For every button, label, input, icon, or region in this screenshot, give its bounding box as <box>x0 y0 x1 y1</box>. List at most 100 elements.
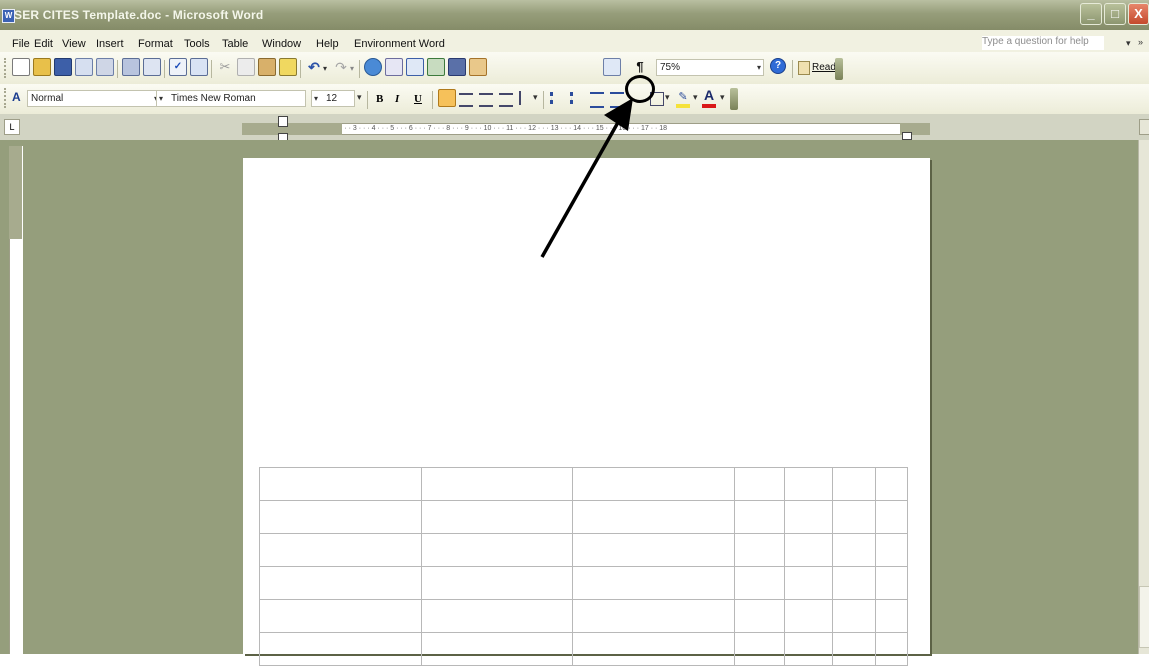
table-cell[interactable] <box>832 566 876 600</box>
menu-table[interactable]: Table <box>222 38 248 50</box>
italic-button[interactable]: I <box>395 93 399 105</box>
research-icon[interactable] <box>190 58 208 76</box>
tables-borders-icon[interactable] <box>385 58 403 76</box>
style-select[interactable]: Normal ▾ <box>27 90 161 107</box>
menu-environment-word[interactable]: Environment Word <box>354 38 445 50</box>
vertical-ruler-top-margin[interactable] <box>9 146 22 239</box>
table-cell[interactable] <box>734 566 786 600</box>
help-dropdown-icon[interactable]: ▾ <box>1126 38 1131 49</box>
document-table[interactable] <box>259 467 909 666</box>
document-map-icon[interactable] <box>603 58 621 76</box>
help-icon[interactable]: ? <box>770 58 786 74</box>
insert-table-icon[interactable] <box>406 58 424 76</box>
font-dropdown-icon[interactable]: ▾ <box>159 91 163 106</box>
menu-format[interactable]: Format <box>138 38 173 50</box>
format-painter-icon[interactable] <box>279 58 297 76</box>
undo-dropdown-icon[interactable]: ▾ <box>323 64 327 73</box>
table-cell[interactable] <box>832 533 876 567</box>
font-size-dropdown-icon[interactable]: ▾ <box>314 91 318 106</box>
open-icon[interactable] <box>33 58 51 76</box>
table-cell[interactable] <box>832 500 876 534</box>
redo-dropdown-icon[interactable]: ▾ <box>350 64 354 73</box>
table-cell[interactable] <box>784 632 834 666</box>
vertical-scrollbar[interactable] <box>1138 140 1149 654</box>
drawing-icon[interactable] <box>469 58 487 76</box>
table-cell[interactable] <box>259 500 422 534</box>
zoom-select[interactable]: 75% ▾ <box>656 59 764 76</box>
toolbar-options-icon[interactable] <box>730 88 738 110</box>
print-preview-icon[interactable] <box>143 58 161 76</box>
justify-icon[interactable] <box>499 93 513 107</box>
table-cell[interactable] <box>420 533 574 567</box>
menu-edit[interactable]: Edit <box>34 38 53 50</box>
font-color-dropdown-icon[interactable]: ▾ <box>720 92 725 103</box>
table-cell[interactable] <box>874 533 909 567</box>
table-cell[interactable] <box>874 467 909 501</box>
excel-icon[interactable] <box>427 58 445 76</box>
highlight-dropdown-icon[interactable]: ▾ <box>693 92 698 103</box>
underline-button[interactable]: U <box>414 93 422 105</box>
font-color-icon[interactable]: A <box>702 88 716 108</box>
align-left-icon[interactable] <box>438 89 456 107</box>
columns-icon[interactable] <box>448 58 466 76</box>
menu-window[interactable]: Window <box>262 38 301 50</box>
table-cell[interactable] <box>784 599 834 633</box>
font-select[interactable]: ▾ Times New Roman <box>156 90 306 107</box>
undo-icon[interactable]: ↶ <box>305 58 323 76</box>
table-cell[interactable] <box>734 467 786 501</box>
table-cell[interactable] <box>784 566 834 600</box>
hyperlink-icon[interactable] <box>364 58 382 76</box>
read-icon[interactable] <box>798 61 810 75</box>
table-cell[interactable] <box>784 500 834 534</box>
help-search-input[interactable]: Type a question for help <box>982 36 1104 50</box>
highlight-icon[interactable]: ✎ <box>676 90 690 108</box>
copy-icon[interactable] <box>237 58 255 76</box>
bold-button[interactable]: B <box>376 93 383 105</box>
menu-help[interactable]: Help <box>316 38 339 50</box>
cut-icon[interactable]: ✂ <box>216 58 234 76</box>
table-cell[interactable] <box>259 533 422 567</box>
permission-icon[interactable] <box>75 58 93 76</box>
table-cell[interactable] <box>874 500 909 534</box>
align-right-icon[interactable] <box>479 93 493 107</box>
table-cell[interactable] <box>420 467 574 501</box>
redo-icon[interactable]: ↷ <box>332 58 350 76</box>
new-icon[interactable] <box>12 58 30 76</box>
table-cell[interactable] <box>572 632 736 666</box>
close-button[interactable]: X <box>1128 3 1149 25</box>
font-size-select[interactable]: ▾ 12 <box>311 90 355 107</box>
table-cell[interactable] <box>734 533 786 567</box>
table-cell[interactable] <box>784 533 834 567</box>
menu-tools[interactable]: Tools <box>184 38 210 50</box>
table-cell[interactable] <box>572 599 736 633</box>
styles-formatting-icon[interactable]: A <box>12 90 26 104</box>
table-cell[interactable] <box>734 632 786 666</box>
menu-view[interactable]: View <box>62 38 86 50</box>
table-cell[interactable] <box>420 599 574 633</box>
save-icon[interactable] <box>54 58 72 76</box>
menu-insert[interactable]: Insert <box>96 38 124 50</box>
table-cell[interactable] <box>734 500 786 534</box>
table-cell[interactable] <box>572 500 736 534</box>
toolbar-grip[interactable] <box>4 88 9 108</box>
first-line-indent-marker[interactable] <box>278 116 288 127</box>
tab-selector-icon[interactable]: L <box>4 119 20 135</box>
table-cell[interactable] <box>874 599 909 633</box>
view-ruler-toggle[interactable] <box>1139 119 1149 135</box>
table-cell[interactable] <box>832 467 876 501</box>
table-cell[interactable] <box>420 566 574 600</box>
align-center-icon[interactable] <box>459 93 473 107</box>
table-cell[interactable] <box>259 632 422 666</box>
print-icon[interactable] <box>122 58 140 76</box>
table-cell[interactable] <box>572 467 736 501</box>
table-cell[interactable] <box>420 632 574 666</box>
right-indent-marker[interactable] <box>902 132 912 140</box>
toolbar-grip[interactable] <box>4 58 9 78</box>
font-size-dropdown-arrow-icon[interactable]: ▾ <box>357 92 362 103</box>
table-cell[interactable] <box>259 599 422 633</box>
borders-dropdown-icon[interactable]: ▾ <box>665 92 670 103</box>
table-cell[interactable] <box>874 632 909 666</box>
read-button[interactable]: Read <box>812 62 836 73</box>
maximize-button[interactable]: □ <box>1104 3 1126 25</box>
scrollbar-thumb[interactable] <box>1139 586 1149 648</box>
